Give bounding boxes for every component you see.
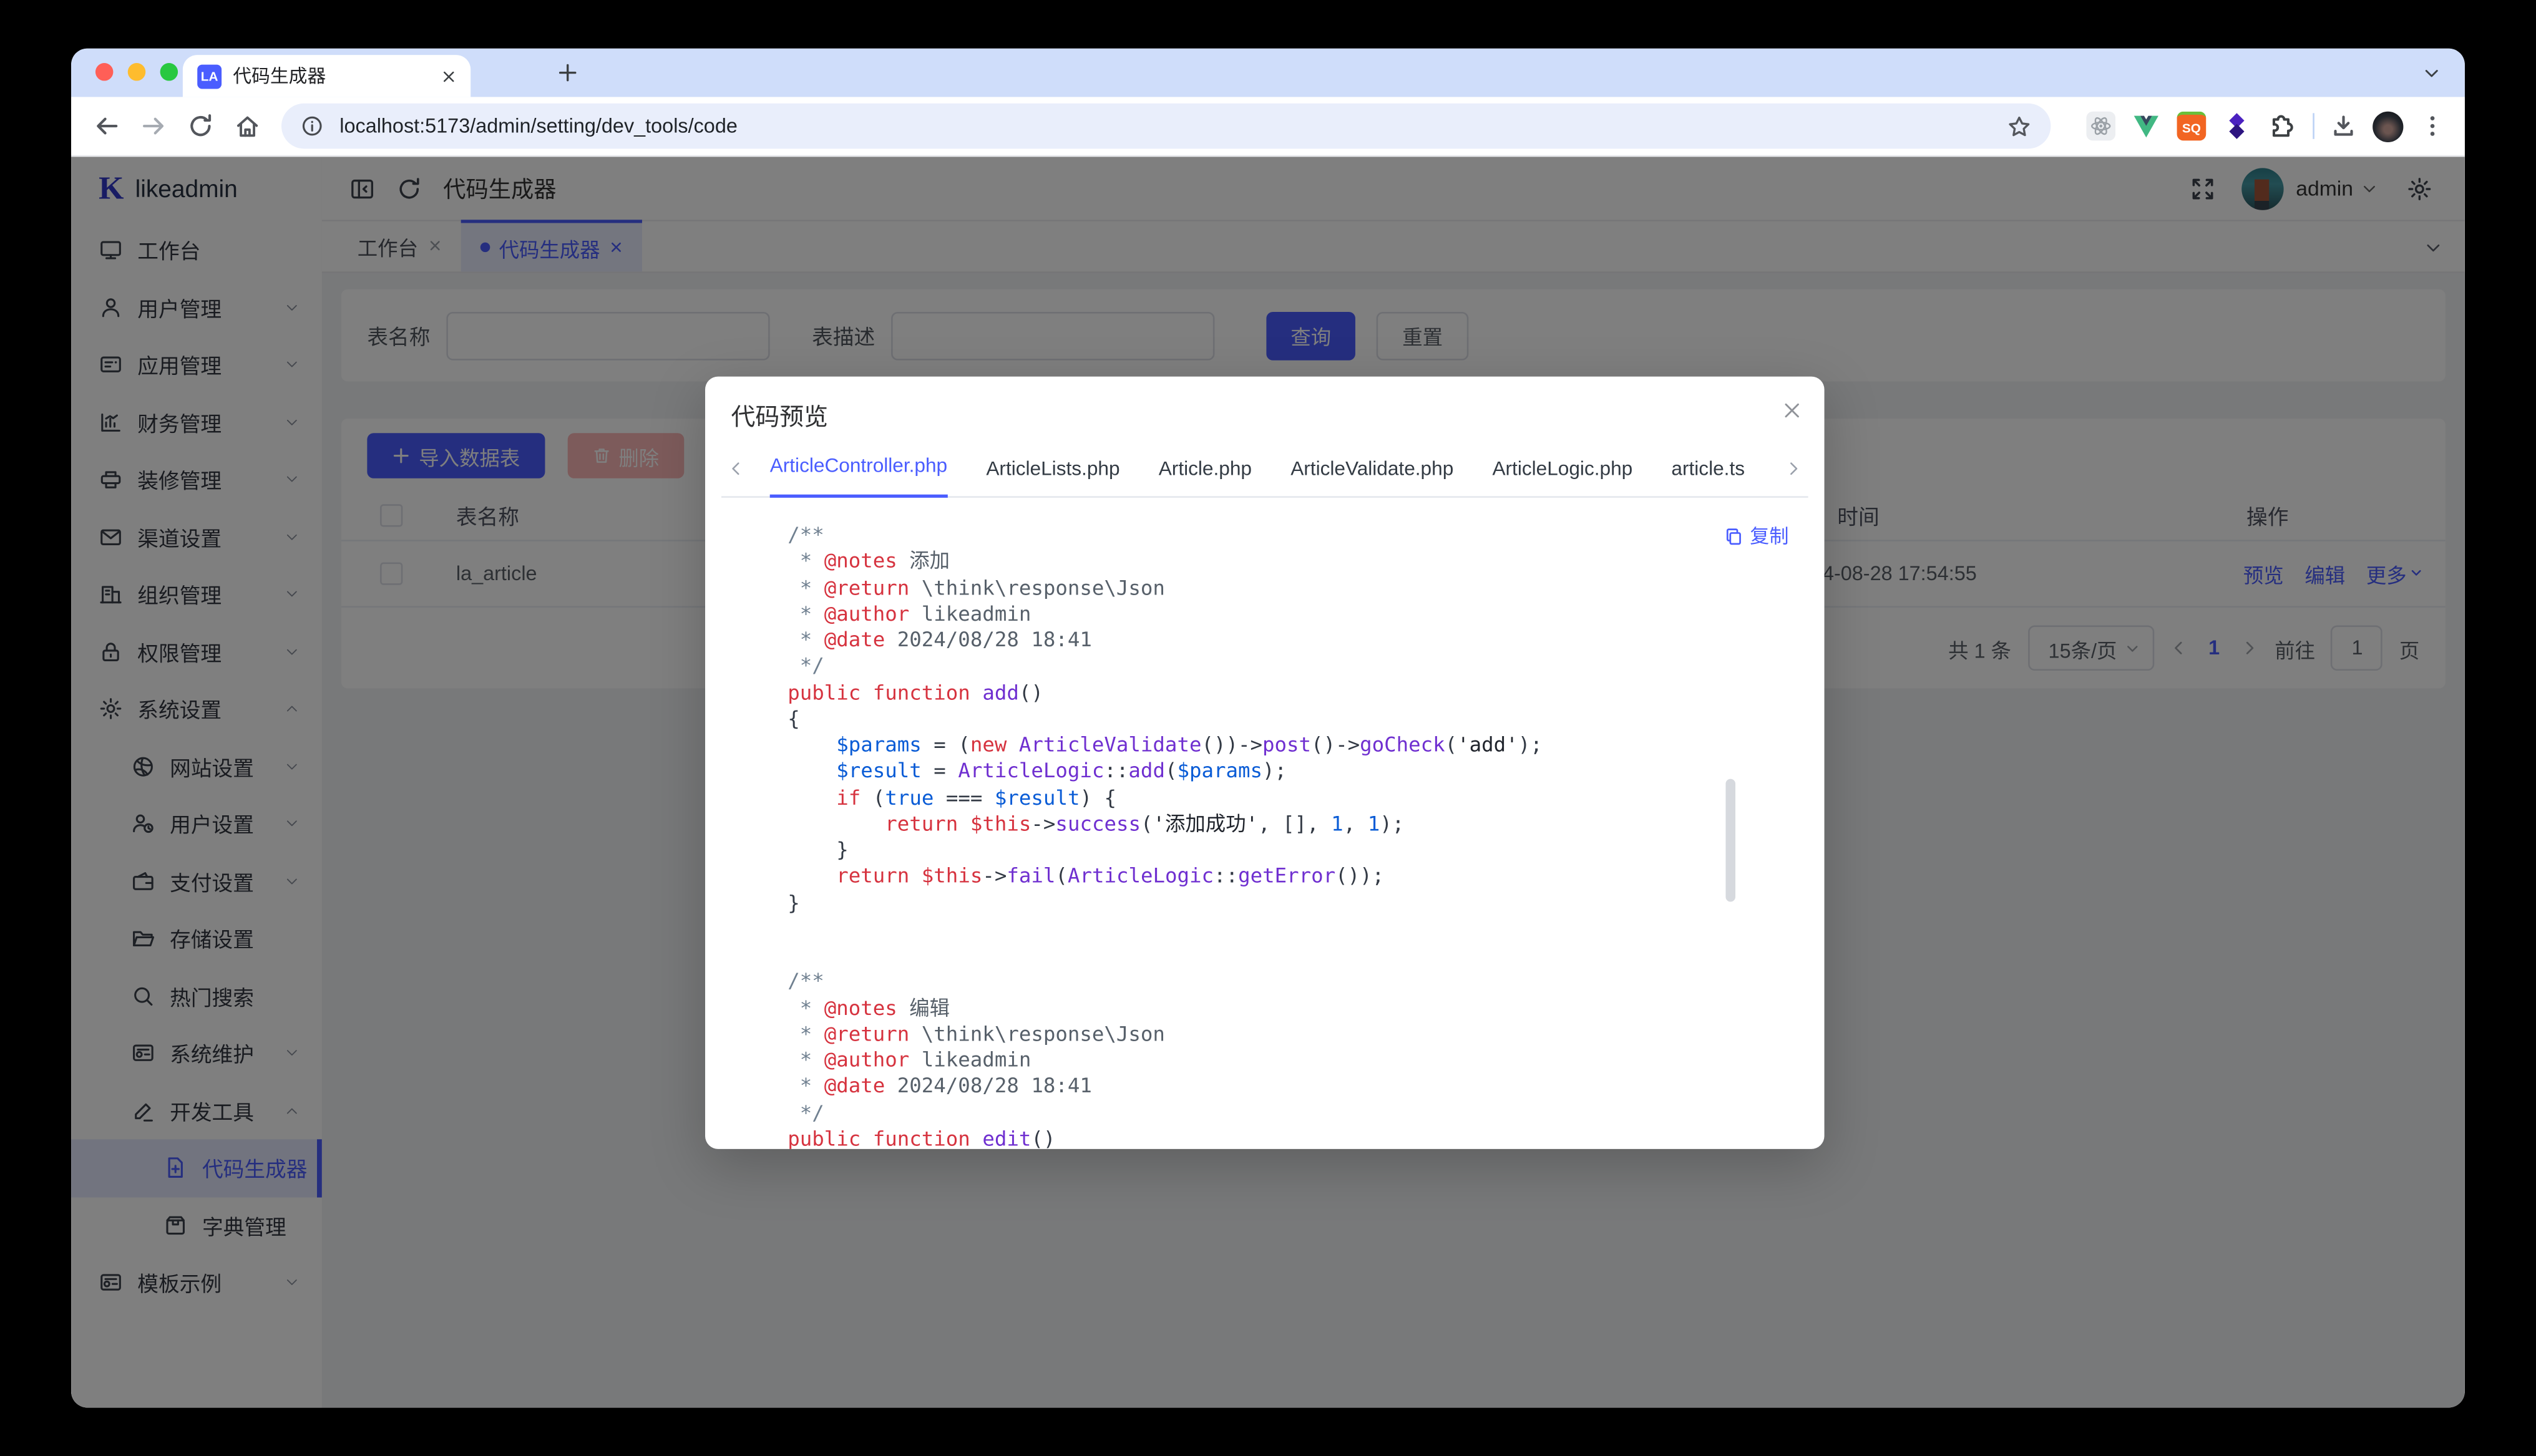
code-line: */	[788, 653, 1760, 679]
code-line: }	[788, 890, 1760, 916]
vue-devtools-icon[interactable]	[2132, 112, 2161, 141]
back-icon[interactable]	[94, 113, 119, 138]
file-tab-article.ts[interactable]: article.ts	[1671, 457, 1745, 498]
code-line: $params = (new ArticleValidate())->post(…	[788, 732, 1760, 758]
code-line: * @date 2024/08/28 18:41	[788, 1074, 1760, 1100]
code-line: return $this->success('添加成功', [], 1, 1);	[788, 811, 1760, 837]
browser-tab-strip: LA 代码生成器	[71, 49, 2465, 97]
code-line: * @author likeadmin	[788, 1047, 1760, 1074]
screenshot-stage: LA 代码生成器 localhost:5173/admin/setting/de…	[0, 0, 2536, 1456]
code-line: * @return \think\response\Json	[788, 1021, 1760, 1047]
copy-label: 复制	[1750, 522, 1788, 550]
code-preview-dialog: 代码预览 ArticleController.php ArticleLists.p…	[705, 377, 1825, 1149]
maximize-window-button[interactable]	[160, 63, 178, 80]
home-icon[interactable]	[235, 113, 260, 138]
code-lines: /** * @notes 添加 * @return \think\respons…	[788, 522, 1760, 1149]
tab-close-icon[interactable]	[442, 69, 456, 83]
sq-extension-label: SQ	[2182, 120, 2201, 135]
code-line: * @notes 编辑	[788, 994, 1760, 1021]
code-line: /**	[788, 522, 1760, 548]
code-line: public function edit()	[788, 1126, 1760, 1149]
browser-toolbar: localhost:5173/admin/setting/dev_tools/c…	[71, 97, 2465, 157]
file-tabs: ArticleController.php ArticleLists.php Art…	[721, 454, 1808, 498]
browser-menu-dots-icon[interactable]	[2419, 113, 2445, 138]
code-line: * @notes 添加	[788, 548, 1760, 575]
code-line: if (true === $result) {	[788, 785, 1760, 811]
file-tab-ArticleLists.php[interactable]: ArticleLists.php	[986, 457, 1119, 498]
extensions-puzzle-icon[interactable]	[2268, 112, 2297, 141]
code-line: * @date 2024/08/28 18:41	[788, 627, 1760, 653]
code-line: $result = ArticleLogic::add($params);	[788, 759, 1760, 785]
forward-icon[interactable]	[140, 113, 166, 138]
code-line: * @author likeadmin	[788, 601, 1760, 627]
file-tab-ArticleLogic.php[interactable]: ArticleLogic.php	[1492, 457, 1632, 498]
page-viewport: K likeadmin 工作台用户管理应用管理财务管理装修管理渠道设置组织管理权…	[71, 157, 2465, 1407]
browser-profile-avatar[interactable]	[2373, 110, 2403, 141]
tabs-scroll-left-icon[interactable]	[728, 460, 744, 477]
code-line: {	[788, 706, 1760, 732]
reload-icon[interactable]	[188, 113, 213, 138]
code-line: }	[788, 837, 1760, 863]
file-tab-ArticleController.php[interactable]: ArticleController.php	[770, 454, 947, 498]
code-line: public function add()	[788, 679, 1760, 706]
downloads-icon[interactable]	[2331, 113, 2356, 138]
copy-icon	[1724, 526, 1744, 545]
toolbar-separator	[2313, 113, 2314, 138]
code-line: */	[788, 1100, 1760, 1126]
code-line: * @return \think\response\Json	[788, 575, 1760, 601]
tab-search-chevron-icon[interactable]	[2423, 65, 2441, 82]
tab-title: 代码生成器	[233, 63, 441, 89]
browser-tab[interactable]: LA 代码生成器	[183, 55, 471, 97]
bookmark-star-icon[interactable]	[2007, 114, 2031, 138]
tab-favicon: LA	[197, 64, 222, 88]
url-bar[interactable]: localhost:5173/admin/setting/dev_tools/c…	[281, 104, 2051, 149]
dialog-title: 代码预览	[705, 377, 1825, 434]
react-devtools-icon[interactable]	[2086, 112, 2115, 141]
file-tab-ArticleValidate.php[interactable]: ArticleValidate.php	[1290, 457, 1453, 498]
code-line: /**	[788, 968, 1760, 994]
code-line	[788, 916, 1760, 942]
close-window-button[interactable]	[95, 63, 114, 80]
tabs-scroll-right-icon[interactable]	[1785, 460, 1802, 477]
site-info-icon[interactable]	[301, 115, 323, 137]
code-line	[788, 942, 1760, 968]
sq-extension-icon[interactable]: SQ	[2177, 112, 2207, 141]
new-tab-button[interactable]	[557, 61, 579, 84]
minimize-window-button[interactable]	[128, 63, 146, 80]
browser-window: LA 代码生成器 localhost:5173/admin/setting/de…	[71, 49, 2465, 1408]
extension-diamond-icon[interactable]	[2222, 112, 2251, 141]
code-view[interactable]: 复制 /** * @notes 添加 * @return \think\resp…	[705, 507, 1825, 1148]
copy-button[interactable]: 复制	[1724, 522, 1789, 550]
code-scrollbar-thumb[interactable]	[1725, 779, 1735, 902]
dialog-close-icon[interactable]	[1782, 400, 1802, 420]
url-text[interactable]: localhost:5173/admin/setting/dev_tools/c…	[339, 115, 2007, 137]
code-line: return $this->fail(ArticleLogic::getErro…	[788, 863, 1760, 890]
window-controls	[95, 63, 178, 80]
file-tab-Article.php[interactable]: Article.php	[1159, 457, 1252, 498]
